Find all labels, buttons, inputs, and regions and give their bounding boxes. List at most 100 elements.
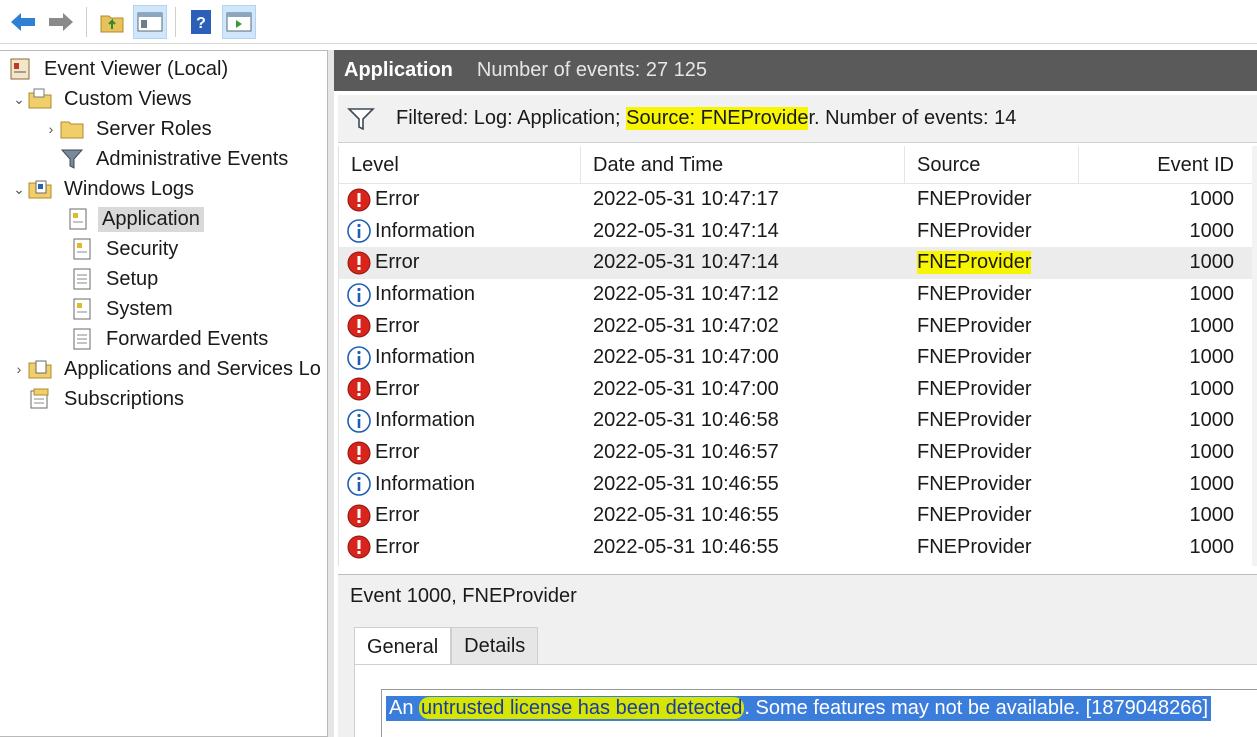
show-hide-console-tree-button[interactable] (133, 4, 167, 39)
table-row[interactable]: Error 2022-05-31 10:47:14 FNEProvider 1000 (339, 247, 1257, 279)
filter-bar: Filtered: Log: Application; Source: FNEP… (338, 95, 1257, 143)
table-row[interactable]: Information 2022-05-31 10:46:55 FNEProvide… (339, 468, 1257, 500)
tree-item-applications-and-services[interactable]: › Applications and Services Lo (10, 355, 325, 383)
level-text: Information (375, 409, 476, 432)
tree-item-security[interactable]: Security (70, 235, 182, 263)
table-row[interactable]: Error 2022-05-31 10:46:55 FNEProvider 1000 (339, 500, 1257, 532)
cell-level: Error (339, 500, 581, 532)
table-row[interactable]: Information 2022-05-31 10:47:14 FNEProvide… (339, 216, 1257, 248)
events-table: Level Date and Time Source Event ID Erro… (338, 146, 1257, 566)
level-text: Error (375, 535, 420, 558)
tree-item-forwarded-events[interactable]: Forwarded Events (70, 325, 272, 353)
table-row[interactable]: Error 2022-05-31 10:47:02 FNEProvider 1000 (339, 310, 1257, 342)
cell-source: FNEProvider (905, 342, 1079, 374)
tree-label: Forwarded Events (106, 327, 269, 350)
log-file-icon (70, 328, 94, 350)
tree-item-subscriptions[interactable]: Subscriptions (28, 385, 188, 413)
information-icon (347, 472, 371, 496)
filter-source-highlight: Source: FNEProvide (626, 107, 809, 130)
scrollbar[interactable] (1252, 146, 1257, 566)
table-row[interactable]: Error 2022-05-31 10:47:00 FNEProvider 1000 (339, 374, 1257, 406)
up-level-button[interactable] (95, 5, 129, 39)
cell-level: Information (339, 405, 581, 437)
table-row[interactable]: Error 2022-05-31 10:47:17 FNEProvider 1000 (339, 184, 1257, 216)
error-icon (347, 535, 371, 559)
log-file-icon (66, 208, 90, 230)
source-text: FNEProvider (917, 504, 1032, 527)
tree-label: Administrative Events (96, 147, 289, 170)
forward-button[interactable] (44, 5, 78, 39)
table-row[interactable]: Information 2022-05-31 10:47:12 FNEProvide… (339, 279, 1257, 311)
column-header-level[interactable]: Level (339, 146, 581, 184)
detail-tabs: General Details (354, 627, 539, 667)
table-row[interactable]: Error 2022-05-31 10:46:57 FNEProvider 1000 (339, 437, 1257, 469)
chevron-down-icon[interactable]: ⌄ (10, 91, 28, 108)
column-header-date-and-time[interactable]: Date and Time (581, 146, 905, 184)
chevron-down-icon[interactable]: ⌄ (10, 181, 28, 198)
cell-event-id: 1000 (1189, 504, 1235, 527)
tree-label: Application (98, 206, 204, 232)
log-header: Application Number of events: 27 125 (334, 50, 1257, 91)
column-header-event-id[interactable]: Event ID (1079, 146, 1248, 184)
chevron-right-icon[interactable]: › (42, 121, 60, 137)
tree-item-application[interactable]: Application (66, 205, 204, 233)
tree-label: Security (106, 237, 179, 260)
source-text: FNEProvider (917, 409, 1032, 432)
event-message-box[interactable]: An untrusted license has been detected. … (381, 689, 1257, 737)
message-start: An (389, 697, 420, 719)
table-row[interactable]: Information 2022-05-31 10:47:00 FNEProvide… (339, 342, 1257, 374)
log-file-icon (70, 238, 94, 260)
cell-date-and-time: 2022-05-31 10:47:17 (593, 188, 779, 211)
tree-item-server-roles[interactable]: › Server Roles (42, 115, 216, 143)
event-viewer-icon (8, 58, 32, 80)
chevron-right-icon[interactable]: › (10, 361, 28, 377)
help-icon: ? (191, 9, 211, 34)
forward-arrow-icon (49, 12, 73, 31)
tree-item-event-viewer[interactable]: Event Viewer (Local) (8, 55, 232, 83)
show-hide-action-pane-button[interactable] (222, 4, 256, 39)
error-icon (347, 441, 371, 465)
cell-source: FNEProvider (905, 216, 1079, 248)
cell-event-id: 1000 (1189, 377, 1235, 400)
error-icon (347, 504, 371, 528)
error-icon (347, 188, 371, 212)
cell-source: FNEProvider (905, 247, 1079, 279)
toolbar: ? (0, 0, 1257, 44)
tab-general[interactable]: General (354, 627, 452, 667)
table-row[interactable]: Information 2022-05-31 10:46:58 FNEProvide… (339, 405, 1257, 437)
cell-event-id: 1000 (1189, 441, 1235, 464)
cell-source: FNEProvider (905, 532, 1079, 564)
cell-event-id: 1000 (1189, 219, 1235, 242)
tab-general-body: An untrusted license has been detected. … (354, 664, 1257, 737)
cell-level: Information (339, 279, 581, 311)
cell-level: Information (339, 468, 581, 500)
cell-event-id: 1000 (1189, 314, 1235, 337)
column-header-source[interactable]: Source (905, 146, 1079, 184)
pane-splitter[interactable] (328, 50, 334, 737)
error-icon (347, 377, 371, 401)
filter-text-suffix: r. Number of events: 14 (808, 107, 1017, 129)
tree-item-custom-views[interactable]: ⌄ Custom Views (10, 85, 195, 113)
level-text: Error (375, 377, 420, 400)
tree-item-system[interactable]: System (70, 295, 177, 323)
event-message: An untrusted license has been detected. … (386, 696, 1212, 721)
help-button[interactable]: ? (184, 5, 218, 39)
cell-level: Error (339, 184, 581, 216)
cell-date-and-time: 2022-05-31 10:47:14 (593, 219, 779, 242)
cell-date-and-time: 2022-05-31 10:46:58 (593, 409, 779, 432)
cell-source: FNEProvider (905, 500, 1079, 532)
tree-item-windows-logs[interactable]: ⌄ Windows Logs (10, 175, 198, 203)
cell-date-and-time: 2022-05-31 10:46:55 (593, 472, 779, 495)
cell-date-and-time: 2022-05-31 10:47:00 (593, 346, 779, 369)
tab-details[interactable]: Details (451, 627, 539, 665)
error-icon (347, 314, 371, 338)
table-row[interactable]: Error 2022-05-31 10:46:55 FNEProvider 1000 (339, 532, 1257, 564)
level-text: Information (375, 346, 476, 369)
filter-icon (60, 148, 84, 170)
source-text: FNEProvider (917, 441, 1032, 464)
tree-item-setup[interactable]: Setup (70, 265, 162, 293)
back-button[interactable] (6, 5, 40, 39)
event-count: Number of events: 27 125 (476, 59, 708, 81)
tree-item-administrative-events[interactable]: Administrative Events (60, 145, 292, 173)
tree-label: System (106, 297, 173, 320)
